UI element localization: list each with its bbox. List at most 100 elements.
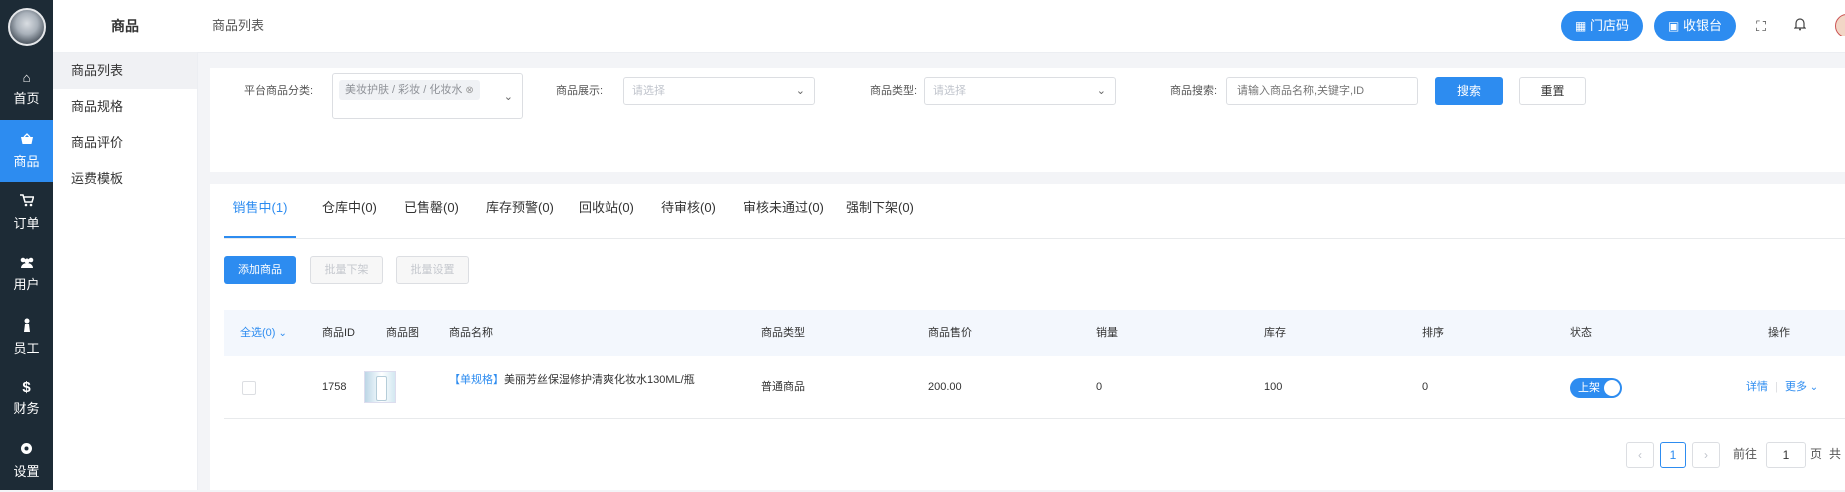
dollar-icon: $ bbox=[22, 379, 31, 396]
column-header-id: 商品ID bbox=[322, 327, 355, 339]
shop-basket-icon bbox=[20, 132, 34, 148]
detail-link[interactable]: 详情 bbox=[1746, 381, 1768, 393]
sidebar-item-label: 商品 bbox=[13, 153, 40, 169]
search-label: 商品搜索: bbox=[1170, 85, 1218, 97]
submenu-title: 商品 bbox=[53, 0, 197, 53]
product-name[interactable]: 【单规格】美丽芳丝保湿修护清爽化妆水130ML/瓶 bbox=[449, 356, 695, 404]
cashier-label: 收银台 bbox=[1682, 18, 1722, 33]
column-header-sales: 销量 bbox=[1096, 327, 1118, 339]
column-header-operations: 操作 bbox=[1768, 327, 1790, 339]
product-type: 普通商品 bbox=[761, 381, 805, 393]
cashier-button[interactable]: ▣ 收银台 bbox=[1654, 11, 1736, 41]
tab-sold-out[interactable]: 已售罄(0) bbox=[404, 184, 459, 238]
cart-icon bbox=[19, 194, 35, 210]
prev-page-button[interactable]: ‹ bbox=[1626, 442, 1654, 468]
users-icon bbox=[19, 257, 35, 271]
tab-stock-warning[interactable]: 库存预警(0) bbox=[486, 184, 554, 238]
column-header-sort: 排序 bbox=[1422, 327, 1444, 339]
tag-close-icon[interactable]: ⊗ bbox=[465, 85, 473, 96]
tab-force-offshelf[interactable]: 强制下架(0) bbox=[846, 184, 914, 238]
display-select-placeholder: 请选择 bbox=[632, 85, 665, 97]
column-header-stock: 库存 bbox=[1264, 327, 1286, 339]
sidebar-item-finance[interactable]: $ 财务 bbox=[0, 368, 53, 430]
tab-pending-review[interactable]: 待审核(0) bbox=[661, 184, 716, 238]
tab-in-warehouse[interactable]: 仓库中(0) bbox=[322, 184, 377, 238]
qr-grid-icon: ▦ bbox=[1575, 19, 1587, 33]
search-field[interactable] bbox=[1226, 77, 1419, 105]
type-label: 商品类型: bbox=[870, 85, 918, 97]
submenu-item-goods-spec[interactable]: 商品规格 bbox=[53, 89, 197, 125]
column-header-status: 状态 bbox=[1570, 327, 1592, 339]
next-page-button[interactable]: › bbox=[1692, 442, 1720, 468]
product-spec-tag: 【单规格】 bbox=[449, 374, 504, 386]
tab-review-rejected[interactable]: 审核未通过(0) bbox=[743, 184, 824, 238]
user-avatar[interactable] bbox=[1835, 14, 1845, 36]
batch-settings-button[interactable]: 批量设置 bbox=[396, 256, 469, 284]
status-switch-label: 上架 bbox=[1578, 382, 1600, 394]
person-icon bbox=[22, 318, 32, 335]
submenu-item-goods-review[interactable]: 商品评价 bbox=[53, 125, 197, 161]
top-bar: 商品列表 ▦ 门店码 ▣ 收银台 ⛶ bbox=[197, 0, 1845, 53]
sidebar-item-users[interactable]: 用户 bbox=[0, 244, 53, 306]
sidebar-item-orders[interactable]: 订单 bbox=[0, 182, 53, 244]
more-dropdown[interactable]: 更多 ⌄ bbox=[1785, 381, 1818, 393]
status-switch[interactable]: 上架 bbox=[1570, 378, 1622, 398]
product-price: 200.00 bbox=[928, 381, 962, 393]
filter-panel: 平台商品分类: 美妆护肤 / 彩妆 / 化妆水 ⊗ ⌄ 商品展示: 请选择 ⌄ … bbox=[210, 68, 1845, 172]
sidebar-item-label: 设置 bbox=[13, 464, 40, 479]
goto-page-input[interactable]: 1 bbox=[1766, 442, 1806, 468]
product-name-text: 美丽芳丝保湿修护清爽化妆水130ML/瓶 bbox=[504, 374, 695, 386]
ops-divider: | bbox=[1775, 381, 1778, 393]
row-checkbox[interactable] bbox=[242, 381, 256, 395]
sidebar-item-staff[interactable]: 员工 bbox=[0, 306, 53, 368]
sidebar-item-home[interactable]: ⌂ 首页 bbox=[0, 58, 53, 120]
category-select[interactable]: 美妆护肤 / 彩妆 / 化妆水 ⊗ ⌄ bbox=[332, 73, 523, 119]
bell-icon[interactable] bbox=[1791, 17, 1809, 35]
submenu-item-shipping-template[interactable]: 运费模板 bbox=[53, 161, 197, 197]
type-select-placeholder: 请选择 bbox=[933, 85, 966, 97]
goto-label: 前往 bbox=[1733, 447, 1758, 461]
reset-button[interactable]: 重置 bbox=[1519, 77, 1586, 105]
store-avatar[interactable] bbox=[7, 8, 46, 46]
product-thumbnail bbox=[364, 371, 396, 403]
chevron-left-icon: ‹ bbox=[1638, 448, 1642, 462]
search-input[interactable] bbox=[1235, 78, 1419, 104]
chevron-down-icon: ⌄ bbox=[1096, 85, 1106, 97]
column-header-price: 商品售价 bbox=[928, 327, 972, 339]
sidebar-item-label: 财务 bbox=[13, 401, 40, 416]
tab-recycle-bin[interactable]: 回收站(0) bbox=[579, 184, 634, 238]
page-number-current[interactable]: 1 bbox=[1660, 442, 1686, 468]
sidebar-item-goods[interactable]: 商品 bbox=[0, 120, 53, 182]
sidebar-item-settings[interactable]: 设置 bbox=[0, 430, 53, 492]
product-id: 1758 bbox=[322, 381, 347, 393]
product-stock: 100 bbox=[1264, 381, 1283, 393]
store-qr-button[interactable]: ▦ 门店码 bbox=[1561, 11, 1643, 41]
display-label: 商品展示: bbox=[556, 85, 604, 97]
select-all-dropdown[interactable]: 全选(0) ⌄ bbox=[240, 310, 287, 357]
sidebar-item-label: 用户 bbox=[13, 277, 40, 292]
table-row: 1758 【单规格】美丽芳丝保湿修护清爽化妆水130ML/瓶 普通商品 200.… bbox=[224, 356, 1845, 419]
product-sort: 0 bbox=[1422, 381, 1429, 393]
column-header-image: 商品图 bbox=[386, 327, 419, 339]
display-select[interactable]: 请选择 ⌄ bbox=[623, 77, 815, 105]
submenu-item-goods-list[interactable]: 商品列表 bbox=[53, 53, 197, 89]
chevron-right-icon: › bbox=[1704, 448, 1708, 462]
batch-offshelf-button[interactable]: 批量下架 bbox=[310, 256, 383, 284]
more-label: 更多 bbox=[1784, 381, 1807, 393]
chevron-down-icon: ⌄ bbox=[1806, 382, 1819, 393]
submenu-panel: 商品 商品列表 商品规格 商品评价 运费模板 bbox=[53, 0, 198, 490]
column-header-type: 商品类型 bbox=[761, 327, 805, 339]
cashier-icon: ▣ bbox=[1668, 19, 1680, 33]
table-header: 全选(0) ⌄ 商品ID 商品图 商品名称 商品类型 商品售价 销量 库存 排序… bbox=[224, 310, 1845, 357]
store-qr-label: 门店码 bbox=[1589, 18, 1629, 33]
category-tag-text: 美妆护肤 / 彩妆 / 化妆水 bbox=[345, 84, 463, 96]
status-tabs: 销售中(1) 仓库中(0) 已售罄(0) 库存预警(0) 回收站(0) 待审核(… bbox=[224, 184, 1845, 239]
search-button[interactable]: 搜索 bbox=[1435, 77, 1503, 105]
type-select[interactable]: 请选择 ⌄ bbox=[924, 77, 1116, 105]
add-product-button[interactable]: 添加商品 bbox=[224, 256, 296, 284]
fullscreen-icon[interactable]: ⛶ bbox=[1752, 17, 1770, 35]
tab-on-sale[interactable]: 销售中(1) bbox=[224, 184, 296, 238]
column-header-name: 商品名称 bbox=[449, 327, 493, 339]
category-tag[interactable]: 美妆护肤 / 彩妆 / 化妆水 ⊗ bbox=[339, 80, 480, 100]
sidebar-item-label: 员工 bbox=[13, 340, 40, 356]
